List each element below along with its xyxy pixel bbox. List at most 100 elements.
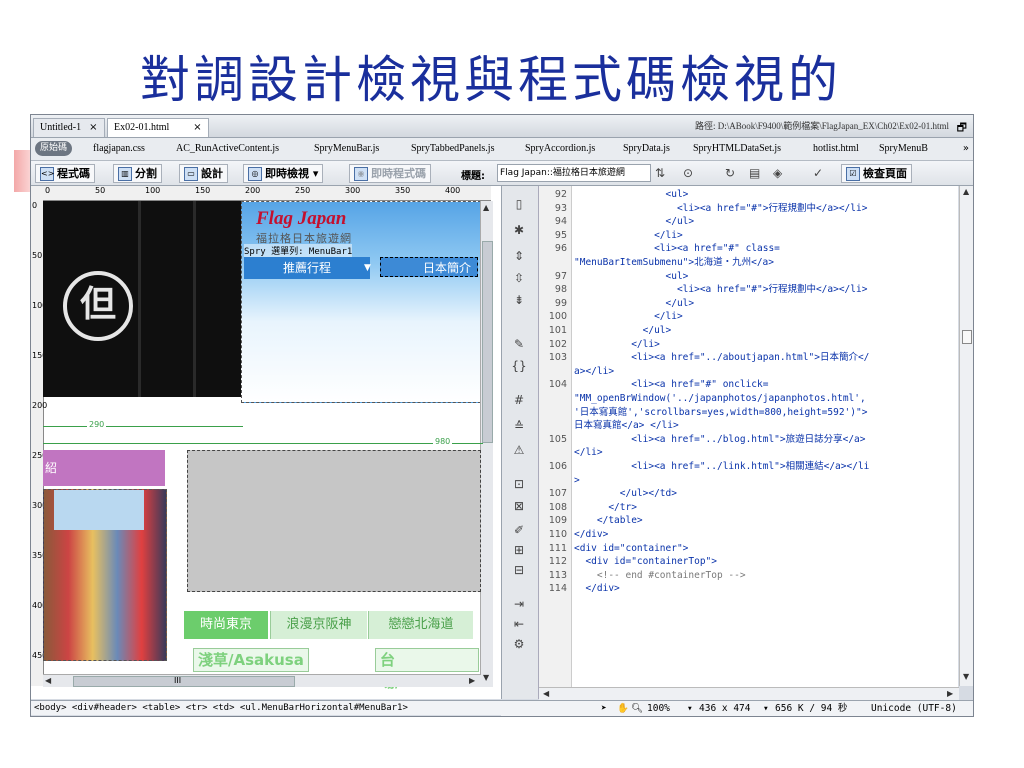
format-source-icon[interactable]: ⚙	[511, 636, 527, 652]
scroll-up-icon[interactable]: ▲	[483, 203, 489, 212]
tab-kansai[interactable]: 浪漫京阪神	[270, 611, 367, 639]
tag-selector[interactable]: <body> <div#header> <table> <tr> <td> <u…	[31, 700, 501, 715]
code-view[interactable]: <ul> <li><a href="#">行程規劃中</a></li> </ul…	[572, 186, 958, 699]
remove-comment-icon[interactable]: ⊠	[511, 498, 527, 514]
line-number: 101	[548, 325, 567, 336]
indent-icon[interactable]: ⇥	[511, 596, 527, 612]
design-view-button[interactable]: ▭ 設計	[179, 164, 228, 183]
scroll-grip: III	[174, 676, 182, 685]
select-parent-tag-icon[interactable]: ✎	[511, 336, 527, 352]
spry-menubar[interactable]: 推薦行程 ▼ 日本簡介	[244, 257, 478, 279]
scroll-left-icon[interactable]: ◀	[543, 689, 549, 698]
restore-icon[interactable]: 🗗	[957, 119, 967, 137]
syntax-error-icon[interactable]: ⚠	[511, 442, 527, 458]
header-region[interactable]: Flag Japan 福拉格日本旅遊網 Spry 選單列: MenuBar1 推…	[241, 201, 481, 403]
tab-hokkaido[interactable]: 戀戀北海道	[368, 611, 473, 639]
zoom-level[interactable]: 100%	[647, 701, 670, 716]
check-page-button[interactable]: ☑ 檢查頁面	[841, 164, 912, 183]
code-horizontal-scrollbar[interactable]: ◀ ▶	[539, 687, 959, 700]
code-line: </li>	[574, 311, 683, 323]
subtab-odaiba[interactable]: 台場/Odaiba	[375, 648, 479, 691]
code-line: "MenuBarItemSubmenu">北海道・九州</a>	[574, 257, 774, 268]
related-file[interactable]: SpryData.js	[623, 143, 670, 154]
related-file[interactable]: SpryMenuBar.js	[314, 143, 379, 154]
scroll-thumb[interactable]	[482, 241, 493, 443]
file-management-icon[interactable]: ⇅	[655, 166, 665, 180]
scroll-thumb[interactable]	[962, 330, 972, 344]
page-title-field[interactable]: Flag Japan::福拉格日本旅遊網	[497, 164, 651, 182]
wrap-tag-icon[interactable]: ✐	[511, 522, 527, 538]
close-icon[interactable]: ×	[193, 122, 201, 133]
scroll-left-icon[interactable]: ◀	[45, 676, 51, 685]
window-size-dropdown-icon[interactable]: ▾	[763, 701, 769, 716]
code-view-button[interactable]: <> 程式碼	[35, 164, 95, 183]
collapse-selection-icon[interactable]: ⇳	[511, 270, 527, 286]
preview-browser-icon[interactable]: ⊙	[683, 166, 693, 180]
line-number: 114	[548, 583, 567, 595]
sub-tabs[interactable]: 淺草/Asakusa 台場/Odaiba	[189, 646, 479, 691]
design-view[interactable]: 0 50 100 150 200 250 300 350 400 0 50 10…	[31, 186, 502, 699]
zoom-tool-icon[interactable]: 🔍︎	[631, 701, 643, 716]
ruler-tick: 300	[345, 186, 361, 195]
zoom-dropdown-icon[interactable]: ▾	[687, 701, 693, 716]
view-options-icon[interactable]: ▤	[749, 166, 760, 180]
doc-tab-ex02[interactable]: Ex02-01.html ×	[107, 118, 209, 137]
scroll-thumb[interactable]: III	[73, 676, 295, 687]
more-files-icon[interactable]: »	[963, 143, 969, 154]
related-files-bar: 原始碼 flagjapan.css AC_RunActiveContent.js…	[31, 138, 973, 161]
apply-comment-icon[interactable]: ⊡	[511, 476, 527, 492]
move-css-icon[interactable]: ⊟	[511, 562, 527, 578]
validate-icon[interactable]: ✓	[813, 166, 823, 180]
open-documents-icon[interactable]: ▯	[511, 196, 527, 212]
related-file[interactable]: SpryHTMLDataSet.js	[693, 143, 781, 154]
menu-item-recommended[interactable]: 推薦行程	[244, 257, 370, 279]
refresh-icon[interactable]: ↻	[725, 166, 735, 180]
ruler-tick: 150	[32, 351, 48, 360]
line-numbers-icon[interactable]: #	[511, 392, 527, 408]
subtab-asakusa[interactable]: 淺草/Asakusa	[193, 648, 309, 672]
design-vertical-scrollbar[interactable]: ▲ ▼	[480, 201, 493, 687]
tab-tokyo[interactable]: 時尚東京	[184, 611, 268, 639]
scroll-down-icon[interactable]: ▼	[483, 673, 489, 682]
related-file[interactable]: SpryMenuB	[879, 143, 928, 154]
ruler-tick: 250	[295, 186, 311, 195]
code-line: </ul>	[574, 297, 695, 309]
code-line: </ul></td>	[574, 488, 677, 500]
live-code-button[interactable]: ◉ 即時程式碼	[349, 164, 431, 183]
split-view-button[interactable]: ▥ 分割	[113, 164, 162, 183]
related-file[interactable]: hotlist.html	[813, 143, 859, 154]
line-number	[539, 365, 567, 378]
scroll-down-icon[interactable]: ▼	[963, 672, 969, 681]
spry-tabbed-panels[interactable]: 時尚東京 浪漫京阪神 戀戀北海道	[184, 611, 474, 641]
code-line: <div id="containerTop">	[574, 556, 717, 568]
balance-braces-icon[interactable]: {}	[511, 358, 527, 374]
collapse-tag-icon[interactable]: ⇕	[511, 248, 527, 264]
show-code-navigator-icon[interactable]: ✱	[511, 222, 527, 238]
file-path: 路徑: D:\ABook\F9400\範例檔案\FlagJapan_EX\Ch0…	[695, 121, 949, 131]
related-file[interactable]: AC_RunActiveContent.js	[176, 143, 279, 154]
visual-aids-icon[interactable]: ◈	[773, 166, 782, 180]
close-icon[interactable]: ×	[89, 122, 97, 133]
design-horizontal-scrollbar[interactable]: ◀ III ▶	[43, 674, 481, 687]
related-file[interactable]: SpryTabbedPanels.js	[411, 143, 494, 154]
code-vertical-scrollbar[interactable]: ▲ ▼	[959, 186, 973, 686]
recent-snippets-icon[interactable]: ⊞	[511, 542, 527, 558]
code-line: a></li>	[574, 365, 615, 377]
scroll-right-icon[interactable]: ▶	[947, 689, 953, 698]
scroll-up-icon[interactable]: ▲	[963, 187, 969, 196]
window-size[interactable]: 436 x 474	[699, 701, 750, 716]
live-view-button[interactable]: ◎ 即時檢視 ▾	[243, 164, 324, 183]
scroll-right-icon[interactable]: ▶	[469, 676, 475, 685]
related-file[interactable]: flagjapan.css	[93, 143, 145, 154]
guide-label-980: 980	[433, 437, 453, 446]
highlight-invalid-icon[interactable]: ≙	[511, 418, 527, 434]
doc-tab-untitled[interactable]: Untitled-1 ×	[33, 118, 105, 137]
hand-tool-icon[interactable]: ✋	[617, 701, 629, 716]
outdent-icon[interactable]: ⇤	[511, 616, 527, 632]
expand-all-icon[interactable]: ⇟	[511, 292, 527, 308]
code-view-label: 程式碼	[57, 167, 90, 180]
source-code-button[interactable]: 原始碼	[35, 141, 73, 156]
related-file[interactable]: SpryAccordion.js	[525, 143, 595, 154]
select-tool-icon[interactable]: ➤	[601, 701, 607, 716]
menu-item-about-japan[interactable]: 日本簡介	[380, 257, 478, 277]
